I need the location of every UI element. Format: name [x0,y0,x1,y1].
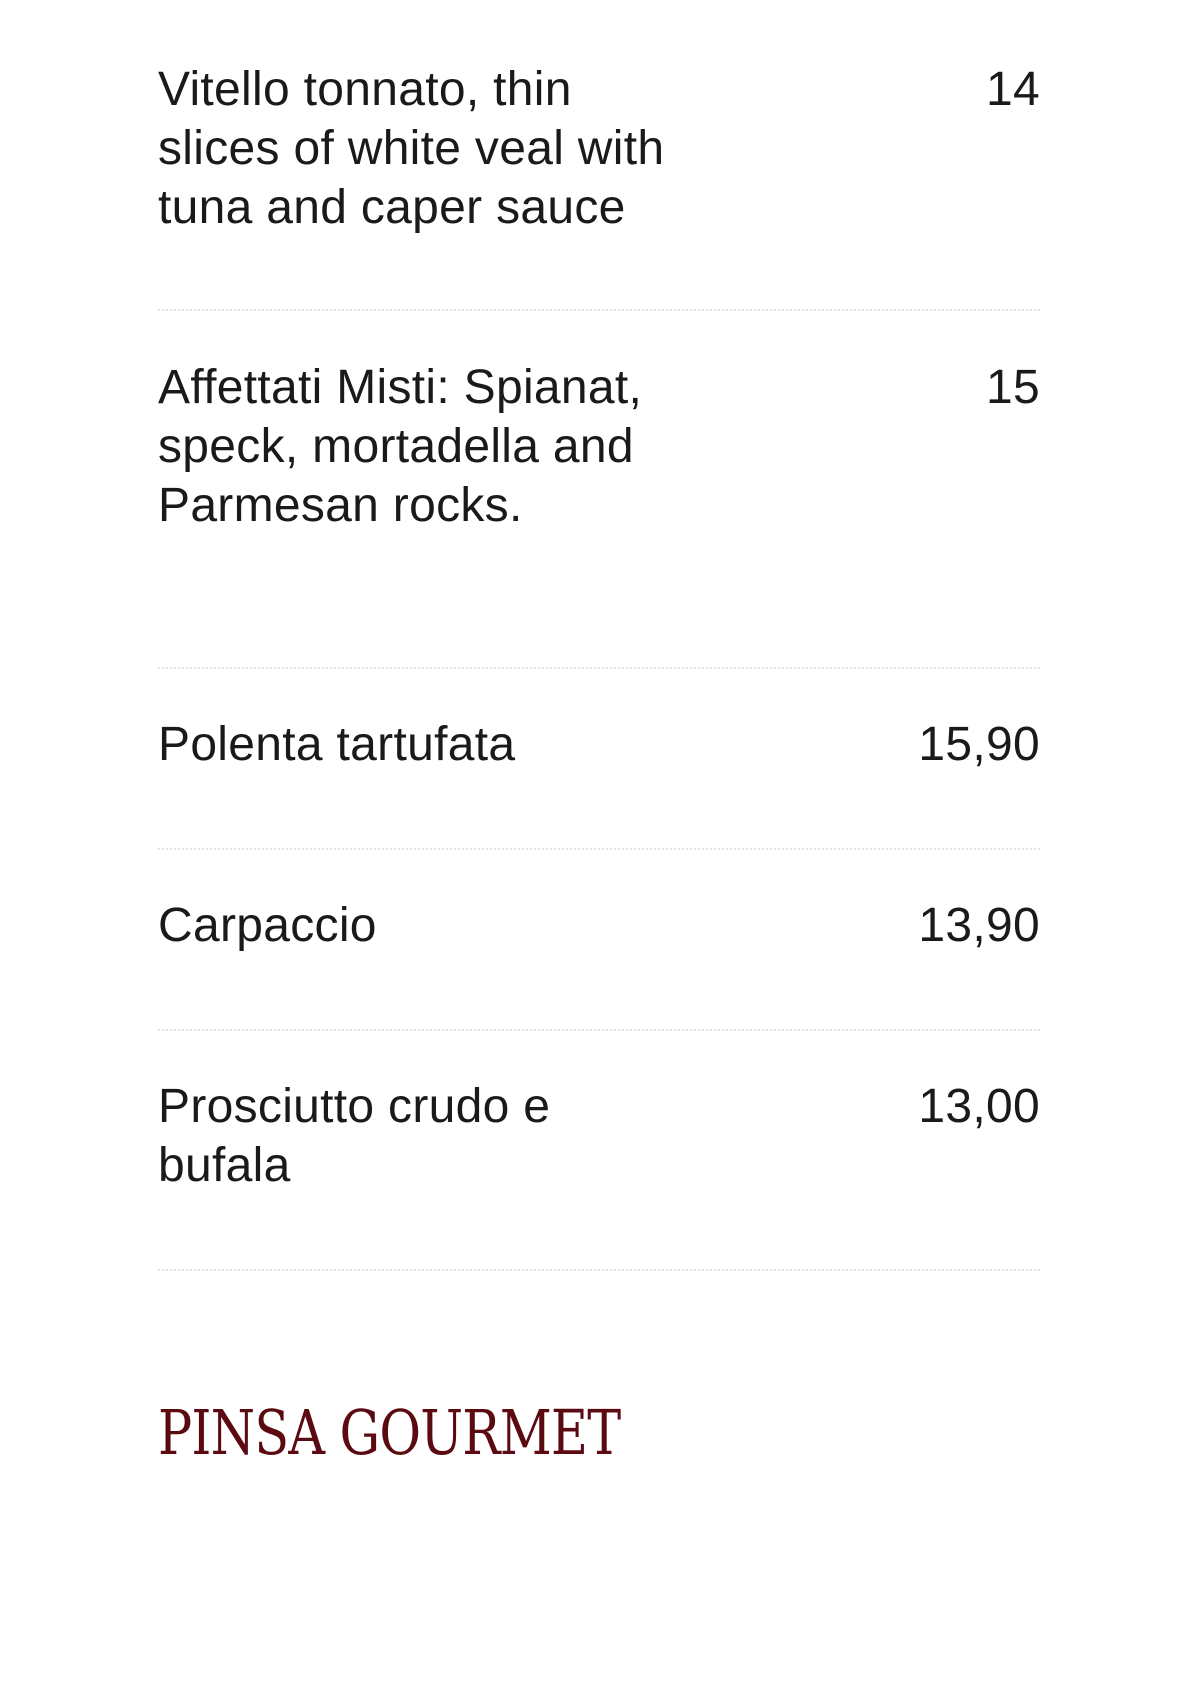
menu-item-name: Polenta tartufata [158,718,516,771]
menu-item-price: 13,00 [918,1080,1040,1133]
menu-item-name: Prosciutto crudo e bufala [158,1080,551,1192]
menu-item-price: 14 [986,63,1040,116]
item-divider [158,848,1040,850]
menu-item-price: 13,90 [918,899,1040,952]
item-divider [158,1269,1040,1271]
menu-item-name: Vitello tonnato, thin slices of white ve… [158,63,665,234]
item-divider [158,309,1040,311]
brand-logo: PINSA GOURMET [158,1396,621,1469]
menu-item-name: Carpaccio [158,899,377,952]
menu-item-price: 15,90 [918,718,1040,771]
menu-item-price: 15 [986,361,1040,414]
item-divider [158,667,1040,669]
item-divider [158,1029,1040,1031]
menu-item-name: Affettati Misti: Spianat, speck, mortade… [158,361,643,532]
